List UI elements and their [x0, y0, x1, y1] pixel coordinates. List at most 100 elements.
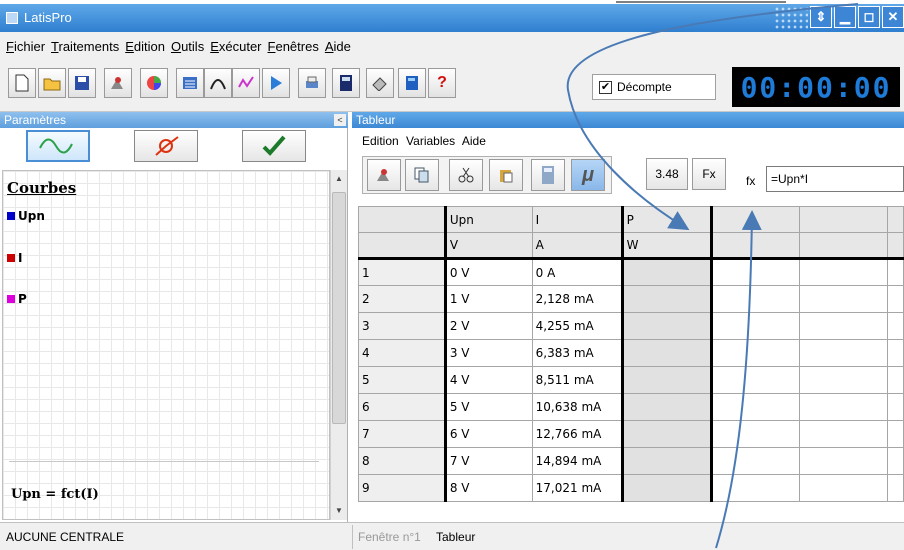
- i-cell[interactable]: 0 A: [531, 258, 623, 286]
- p-cell[interactable]: [620, 339, 714, 367]
- i-cell[interactable]: 14,894 mA: [531, 447, 623, 475]
- i-cell[interactable]: 4,255 mA: [531, 312, 623, 340]
- cut-icon[interactable]: [449, 159, 483, 191]
- column-header[interactable]: [711, 206, 801, 233]
- i-cell[interactable]: 6,383 mA: [531, 339, 623, 367]
- digits-button[interactable]: 3.48: [646, 158, 688, 190]
- menu-executer[interactable]: Exécuter: [210, 39, 261, 54]
- empty-cell[interactable]: [799, 447, 888, 475]
- empty-cell[interactable]: [711, 420, 801, 448]
- empty-cell[interactable]: [799, 366, 888, 394]
- fx-button[interactable]: Fx: [692, 158, 726, 190]
- modeling-icon[interactable]: [232, 68, 260, 98]
- row-number[interactable]: 6: [358, 393, 446, 421]
- p-cell[interactable]: [620, 393, 714, 421]
- collapse-panel-button[interactable]: <: [334, 114, 346, 126]
- empty-cell[interactable]: [711, 447, 801, 475]
- curve-item-i[interactable]: I: [7, 251, 22, 265]
- eraser-icon[interactable]: [366, 68, 394, 98]
- empty-cell[interactable]: [886, 393, 904, 421]
- copy-icon[interactable]: [405, 159, 439, 191]
- scroll-up-icon[interactable]: ▲: [331, 172, 347, 186]
- column-header[interactable]: P: [620, 206, 714, 233]
- acquisition-icon[interactable]: [367, 159, 401, 191]
- new-file-icon[interactable]: [8, 68, 36, 98]
- measure-mode-button[interactable]: [134, 130, 198, 162]
- color-wheel-icon[interactable]: [140, 68, 168, 98]
- printer-icon[interactable]: [298, 68, 326, 98]
- empty-cell[interactable]: [886, 447, 904, 475]
- p-cell[interactable]: [620, 312, 714, 340]
- upn-cell[interactable]: 2 V: [443, 312, 533, 340]
- p-cell[interactable]: [620, 474, 714, 502]
- upn-cell[interactable]: 8 V: [443, 474, 533, 502]
- row-number[interactable]: 2: [358, 285, 446, 313]
- empty-cell[interactable]: [799, 420, 888, 448]
- unit-cell[interactable]: [799, 232, 888, 260]
- scroll-down-icon[interactable]: ▼: [331, 504, 347, 518]
- restore-button[interactable]: ⇕: [810, 6, 832, 28]
- upn-cell[interactable]: 0 V: [443, 258, 533, 286]
- i-cell[interactable]: 12,766 mA: [531, 420, 623, 448]
- i-cell[interactable]: 10,638 mA: [531, 393, 623, 421]
- empty-cell[interactable]: [711, 366, 801, 394]
- unit-cell[interactable]: V: [443, 232, 533, 260]
- menu-traitements[interactable]: Traitements: [51, 39, 119, 54]
- tableur-menu-aide[interactable]: Aide: [462, 134, 486, 148]
- row-number[interactable]: 5: [358, 366, 446, 394]
- sine-wave-mode-button[interactable]: [26, 130, 90, 162]
- upn-cell[interactable]: 4 V: [443, 366, 533, 394]
- empty-cell[interactable]: [886, 339, 904, 367]
- empty-cell[interactable]: [711, 312, 801, 340]
- empty-cell[interactable]: [799, 258, 888, 286]
- minimize-button[interactable]: ▁: [834, 6, 856, 28]
- book-icon[interactable]: [398, 68, 426, 98]
- unit-cell[interactable]: [711, 232, 801, 260]
- empty-cell[interactable]: [886, 366, 904, 394]
- upn-cell[interactable]: 1 V: [443, 285, 533, 313]
- validate-mode-button[interactable]: [242, 130, 306, 162]
- empty-cell[interactable]: [711, 393, 801, 421]
- upn-cell[interactable]: 6 V: [443, 420, 533, 448]
- calculator-icon[interactable]: [531, 159, 565, 191]
- empty-cell[interactable]: [799, 339, 888, 367]
- row-number[interactable]: 4: [358, 339, 446, 367]
- empty-cell[interactable]: [886, 285, 904, 313]
- decompte-checkbox[interactable]: ✔ Décompte: [592, 74, 716, 100]
- curve-item-upn[interactable]: Upn: [7, 209, 45, 223]
- empty-cell[interactable]: [886, 474, 904, 502]
- help-icon[interactable]: ?: [428, 68, 456, 98]
- row-number[interactable]: 1: [358, 258, 446, 286]
- unit-cell[interactable]: A: [531, 232, 623, 260]
- upn-cell[interactable]: 3 V: [443, 339, 533, 367]
- p-cell[interactable]: [620, 366, 714, 394]
- save-icon[interactable]: [68, 68, 96, 98]
- mu-icon[interactable]: μ: [571, 159, 605, 191]
- p-cell[interactable]: [620, 420, 714, 448]
- menu-fichier[interactable]: Fichier: [6, 39, 45, 54]
- acquisition-icon[interactable]: [104, 68, 132, 98]
- tableur-menu-edition[interactable]: Edition: [362, 134, 399, 148]
- unit-cell[interactable]: W: [620, 232, 714, 260]
- window-tab-fenetre[interactable]: Fenêtre n°1: [358, 530, 421, 544]
- unit-cell[interactable]: [886, 232, 904, 260]
- row-number[interactable]: 8: [358, 447, 446, 475]
- empty-cell[interactable]: [799, 474, 888, 502]
- open-folder-icon[interactable]: [38, 68, 66, 98]
- i-cell[interactable]: 8,511 mA: [531, 366, 623, 394]
- curve-icon[interactable]: [204, 68, 232, 98]
- empty-cell[interactable]: [886, 258, 904, 286]
- column-header[interactable]: Upn: [443, 206, 533, 233]
- corner-cell[interactable]: [358, 206, 446, 233]
- empty-cell[interactable]: [711, 339, 801, 367]
- maximize-button[interactable]: ◻: [858, 6, 880, 28]
- p-cell[interactable]: [620, 258, 714, 286]
- empty-cell[interactable]: [799, 393, 888, 421]
- params-scrollbar[interactable]: ▲ ▼: [330, 170, 347, 520]
- empty-cell[interactable]: [799, 285, 888, 313]
- row-number[interactable]: 7: [358, 420, 446, 448]
- i-cell[interactable]: 17,021 mA: [531, 474, 623, 502]
- row-number[interactable]: 9: [358, 474, 446, 502]
- p-cell[interactable]: [620, 447, 714, 475]
- upn-cell[interactable]: 5 V: [443, 393, 533, 421]
